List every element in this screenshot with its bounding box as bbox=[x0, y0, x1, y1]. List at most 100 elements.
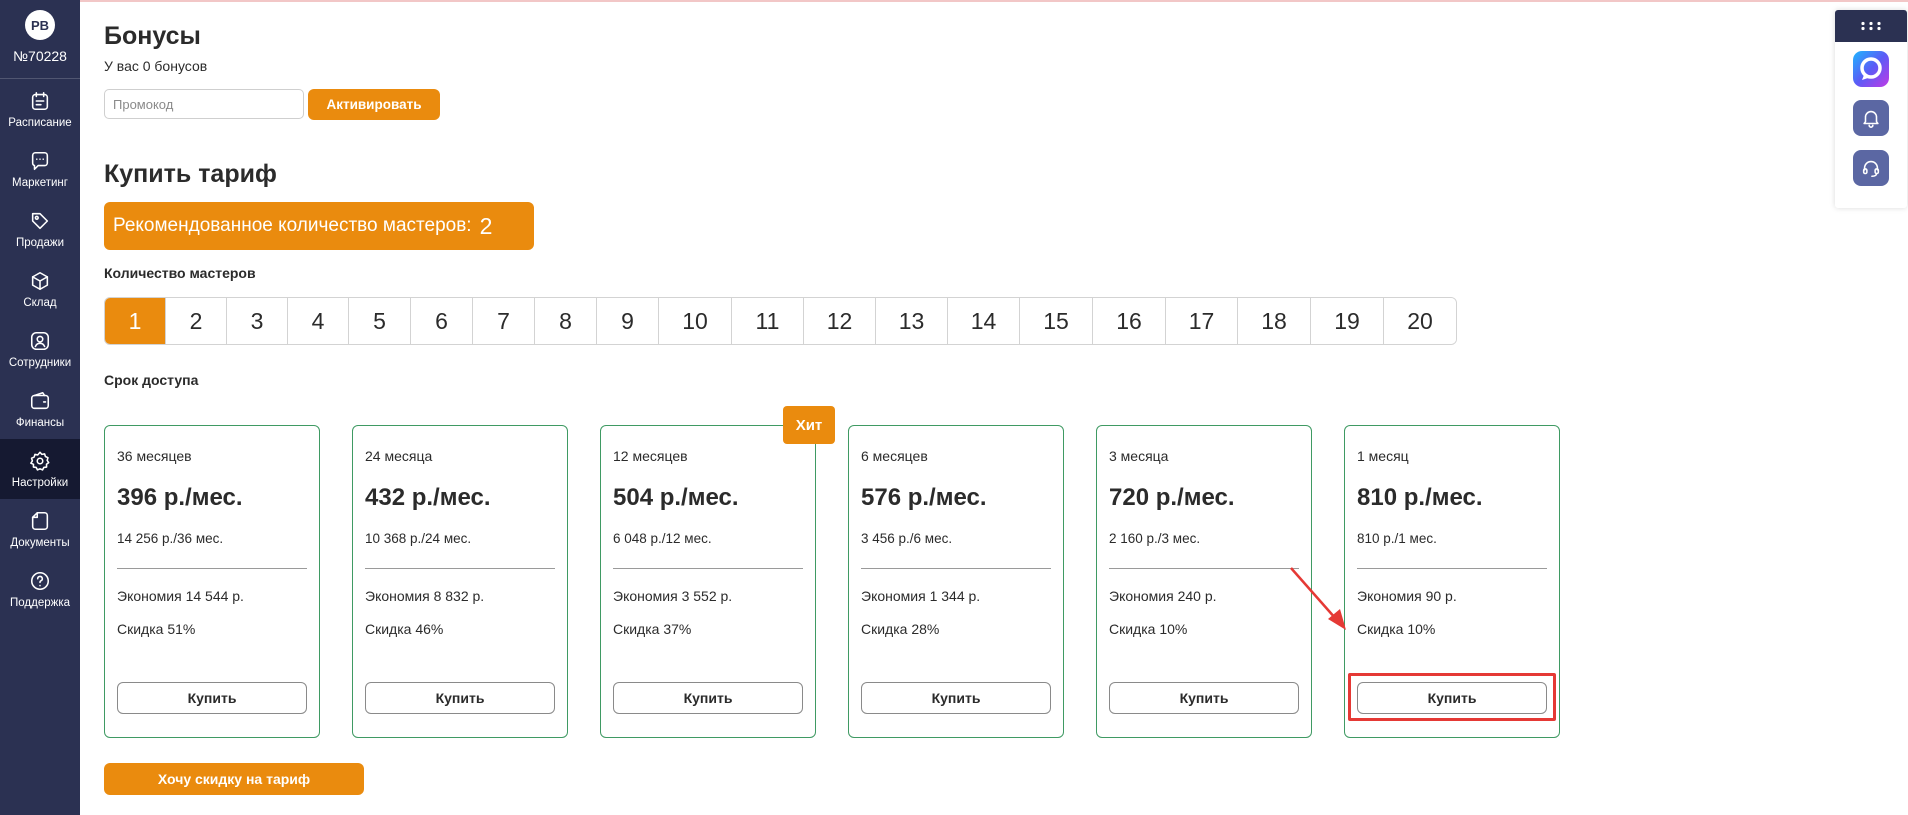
card-period: 3 месяца bbox=[1109, 448, 1169, 464]
avatar[interactable]: РВ bbox=[25, 10, 55, 40]
promo-code-input[interactable] bbox=[104, 89, 304, 119]
wallet-icon bbox=[30, 391, 50, 409]
card-divider bbox=[1357, 568, 1547, 569]
card-monthly-price: 720 р./мес. bbox=[1109, 484, 1235, 511]
masters-option-13[interactable]: 13 bbox=[875, 298, 947, 344]
buy-button[interactable]: Купить bbox=[613, 682, 803, 714]
recommended-value: 2 bbox=[479, 212, 493, 239]
document-icon bbox=[31, 511, 49, 530]
bonus-title: Бонусы bbox=[104, 22, 201, 50]
card-divider bbox=[1109, 568, 1299, 569]
buy-button[interactable]: Купить bbox=[117, 682, 307, 714]
card-economy: Экономия 8 832 р. bbox=[365, 588, 485, 604]
request-discount-button[interactable]: Хочу скидку на тариф bbox=[104, 763, 364, 795]
notifications-button[interactable] bbox=[1853, 100, 1889, 136]
top-border bbox=[0, 0, 1908, 2]
sidebar-item-sales[interactable]: Продажи bbox=[0, 199, 80, 259]
buy-button[interactable]: Купить bbox=[365, 682, 555, 714]
card-total-price: 14 256 р./36 мес. bbox=[117, 531, 224, 546]
masters-option-15[interactable]: 15 bbox=[1019, 298, 1092, 344]
support-button[interactable] bbox=[1853, 150, 1889, 186]
sidebar-item-employees[interactable]: Сотрудники bbox=[0, 319, 80, 379]
card-period: 1 месяц bbox=[1357, 448, 1409, 464]
user-id: №70228 bbox=[13, 48, 67, 64]
recommended-label: Рекомендованное количество мастеров: bbox=[113, 215, 472, 236]
masters-option-6[interactable]: 6 bbox=[410, 298, 472, 344]
card-divider bbox=[861, 568, 1051, 569]
card-monthly-price: 810 р./мес. bbox=[1357, 484, 1483, 511]
masters-option-10[interactable]: 10 bbox=[658, 298, 731, 344]
tariff-card: 3 месяца 720 р./мес. 2 160 р./3 мес. Эконом… bbox=[1096, 425, 1312, 738]
card-total-price: 3 456 р./6 мес. bbox=[861, 531, 953, 546]
sidebar-item-label: Сотрудники bbox=[8, 356, 72, 369]
sidebar-item-settings[interactable]: Настройки bbox=[0, 439, 80, 499]
masters-option-2[interactable]: 2 bbox=[165, 298, 226, 344]
sidebar-item-marketing[interactable]: Маркетинг bbox=[0, 139, 80, 199]
card-monthly-price: 576 р./мес. bbox=[861, 484, 987, 511]
apps-grid-button[interactable] bbox=[1835, 10, 1907, 42]
masters-option-3[interactable]: 3 bbox=[226, 298, 287, 344]
masters-option-4[interactable]: 4 bbox=[287, 298, 348, 344]
activate-button[interactable]: Активировать bbox=[308, 89, 440, 120]
access-term-label: Срок доступа bbox=[104, 372, 199, 388]
bonus-balance: У вас 0 бонусов bbox=[104, 58, 208, 74]
masters-option-11[interactable]: 11 bbox=[731, 298, 803, 344]
card-economy: Экономия 90 р. bbox=[1357, 588, 1457, 604]
recommended-masters-banner: Рекомендованное количество мастеров: 2 bbox=[104, 202, 534, 250]
buy-button[interactable]: Купить bbox=[861, 682, 1051, 714]
bell-icon bbox=[1863, 110, 1879, 128]
tariff-card: 24 месяца 432 р./мес. 10 368 р./24 мес. Эко… bbox=[352, 425, 568, 738]
sidebar-item-schedule[interactable]: Расписание bbox=[0, 79, 80, 139]
user-block[interactable]: РВ №70228 bbox=[0, 0, 80, 78]
tariff-card: 36 месяцев 396 р./мес. 14 256 р./36 мес. Эк… bbox=[104, 425, 320, 738]
right-toolbar bbox=[1835, 10, 1907, 208]
sidebar-item-label: Поддержка bbox=[10, 596, 70, 609]
card-monthly-price: 504 р./мес. bbox=[613, 484, 739, 511]
masters-option-16[interactable]: 16 bbox=[1092, 298, 1165, 344]
sidebar-item-label: Продажи bbox=[15, 236, 65, 249]
masters-option-8[interactable]: 8 bbox=[534, 298, 596, 344]
buy-button[interactable]: Купить bbox=[1109, 682, 1299, 714]
masters-option-20[interactable]: 20 bbox=[1383, 298, 1456, 344]
masters-option-9[interactable]: 9 bbox=[596, 298, 658, 344]
card-period: 12 месяцев bbox=[613, 448, 688, 464]
user-icon bbox=[30, 331, 50, 350]
masters-count-label: Количество мастеров bbox=[104, 265, 256, 281]
sidebar-item-documents[interactable]: Документы bbox=[0, 499, 80, 559]
card-divider bbox=[613, 568, 803, 569]
card-total-price: 10 368 р./24 мес. bbox=[365, 531, 472, 546]
card-total-price: 810 р./1 мес. bbox=[1357, 531, 1437, 546]
card-total-price: 2 160 р./3 мес. bbox=[1109, 531, 1201, 546]
masters-option-12[interactable]: 12 bbox=[803, 298, 875, 344]
sidebar-item-warehouse[interactable]: Склад bbox=[0, 259, 80, 319]
card-divider bbox=[117, 568, 307, 569]
sidebar-item-support[interactable]: Поддержка bbox=[0, 559, 80, 619]
card-period: 36 месяцев bbox=[117, 448, 192, 464]
sidebar-item-label: Настройки bbox=[11, 476, 69, 489]
tariff-card: 6 месяцев 576 р./мес. 3 456 р./6 мес. Эконо… bbox=[848, 425, 1064, 738]
messenger-button[interactable] bbox=[1853, 51, 1889, 87]
masters-option-19[interactable]: 19 bbox=[1310, 298, 1383, 344]
card-economy: Экономия 240 р. bbox=[1109, 588, 1217, 604]
masters-option-14[interactable]: 14 bbox=[947, 298, 1019, 344]
annotation-arrow bbox=[1290, 567, 1346, 630]
masters-option-5[interactable]: 5 bbox=[348, 298, 410, 344]
card-discount: Скидка 28% bbox=[861, 621, 940, 637]
card-period: 24 месяца bbox=[365, 448, 433, 464]
tag-icon bbox=[31, 212, 49, 229]
gear-icon bbox=[30, 451, 50, 471]
masters-option-17[interactable]: 17 bbox=[1165, 298, 1237, 344]
card-period: 6 месяцев bbox=[861, 448, 928, 464]
card-discount: Скидка 51% bbox=[117, 621, 196, 637]
sidebar: РВ №70228 Расписание Маркетинг Продажи С… bbox=[0, 0, 80, 815]
card-economy: Экономия 14 544 р. bbox=[117, 588, 244, 604]
dots-grid-icon bbox=[1861, 21, 1881, 31]
masters-option-18[interactable]: 18 bbox=[1237, 298, 1310, 344]
card-discount: Скидка 37% bbox=[613, 621, 692, 637]
masters-option-7[interactable]: 7 bbox=[472, 298, 534, 344]
sidebar-item-finance[interactable]: Финансы bbox=[0, 379, 80, 439]
messenger-icon bbox=[1853, 51, 1889, 87]
card-divider bbox=[365, 568, 555, 569]
masters-option-1[interactable]: 1 bbox=[105, 298, 165, 344]
card-discount: Скидка 46% bbox=[365, 621, 444, 637]
